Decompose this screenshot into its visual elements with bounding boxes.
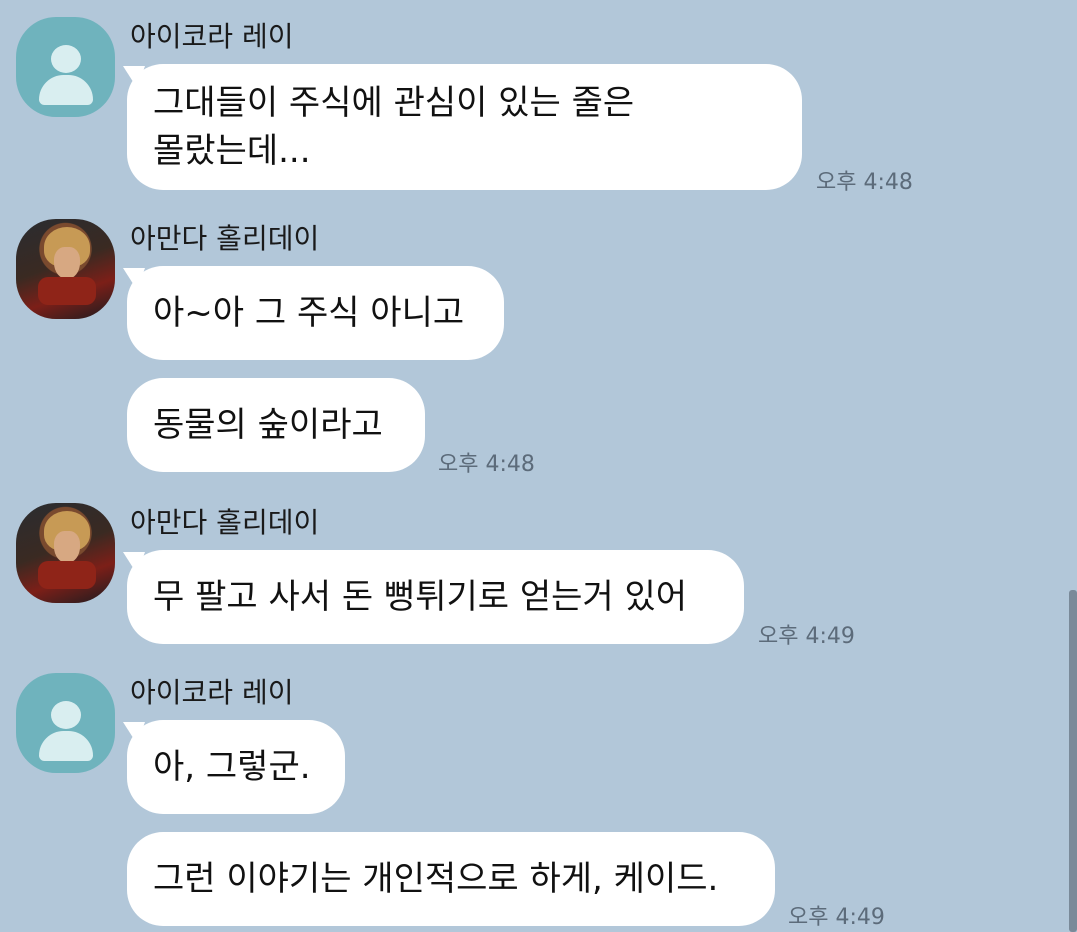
avatar-face-shape [54,247,80,279]
message-timestamp: 오후 4:49 [788,905,885,930]
message-timestamp: 오후 4:49 [758,624,855,649]
message-bubble[interactable]: 그대들이 주식에 관심이 있는 줄은 몰랐는데... [127,64,802,190]
message-text: 아, 그렇군. [153,747,311,787]
avatar-head-shape [51,45,81,73]
sender-name: 아만다 홀리데이 [130,506,320,539]
message-timestamp: 오후 4:48 [816,170,913,195]
sender-name: 아이코라 레이 [130,20,294,53]
avatar-scarf-shape [38,277,96,305]
message-bubble[interactable]: 무 팔고 사서 돈 뻥튀기로 얻는거 있어 [127,550,744,644]
avatar-head-shape [51,701,81,729]
message-text: 몰랐는데... [153,131,311,171]
message-text: 동물의 숲이라고 [153,405,383,445]
message-timestamp: 오후 4:48 [438,452,535,477]
sender-name: 아이코라 레이 [130,676,294,709]
message-bubble[interactable]: 동물의 숲이라고 [127,378,425,472]
message-text: 그런 이야기는 개인적으로 하게, 케이드. [153,859,719,899]
profile-photo-avatar[interactable] [16,219,115,319]
message-text: 그대들이 주식에 관심이 있는 줄은 [153,83,635,123]
message-bubble[interactable]: 아~아 그 주식 아니고 [127,266,504,360]
user-avatar-icon[interactable] [16,17,115,117]
message-text: 무 팔고 사서 돈 뻥튀기로 얻는거 있어 [153,577,688,617]
avatar-body-shape [39,75,93,105]
message-text: 아~아 그 주식 아니고 [153,293,465,333]
message-bubble[interactable]: 아, 그렇군. [127,720,345,814]
avatar-scarf-shape [38,561,96,589]
sender-name: 아만다 홀리데이 [130,222,320,255]
avatar-face-shape [54,531,80,563]
user-avatar-icon[interactable] [16,673,115,773]
avatar-body-shape [39,731,93,761]
message-bubble[interactable]: 그런 이야기는 개인적으로 하게, 케이드. [127,832,775,926]
profile-photo-avatar[interactable] [16,503,115,603]
scrollbar[interactable] [1069,590,1077,932]
